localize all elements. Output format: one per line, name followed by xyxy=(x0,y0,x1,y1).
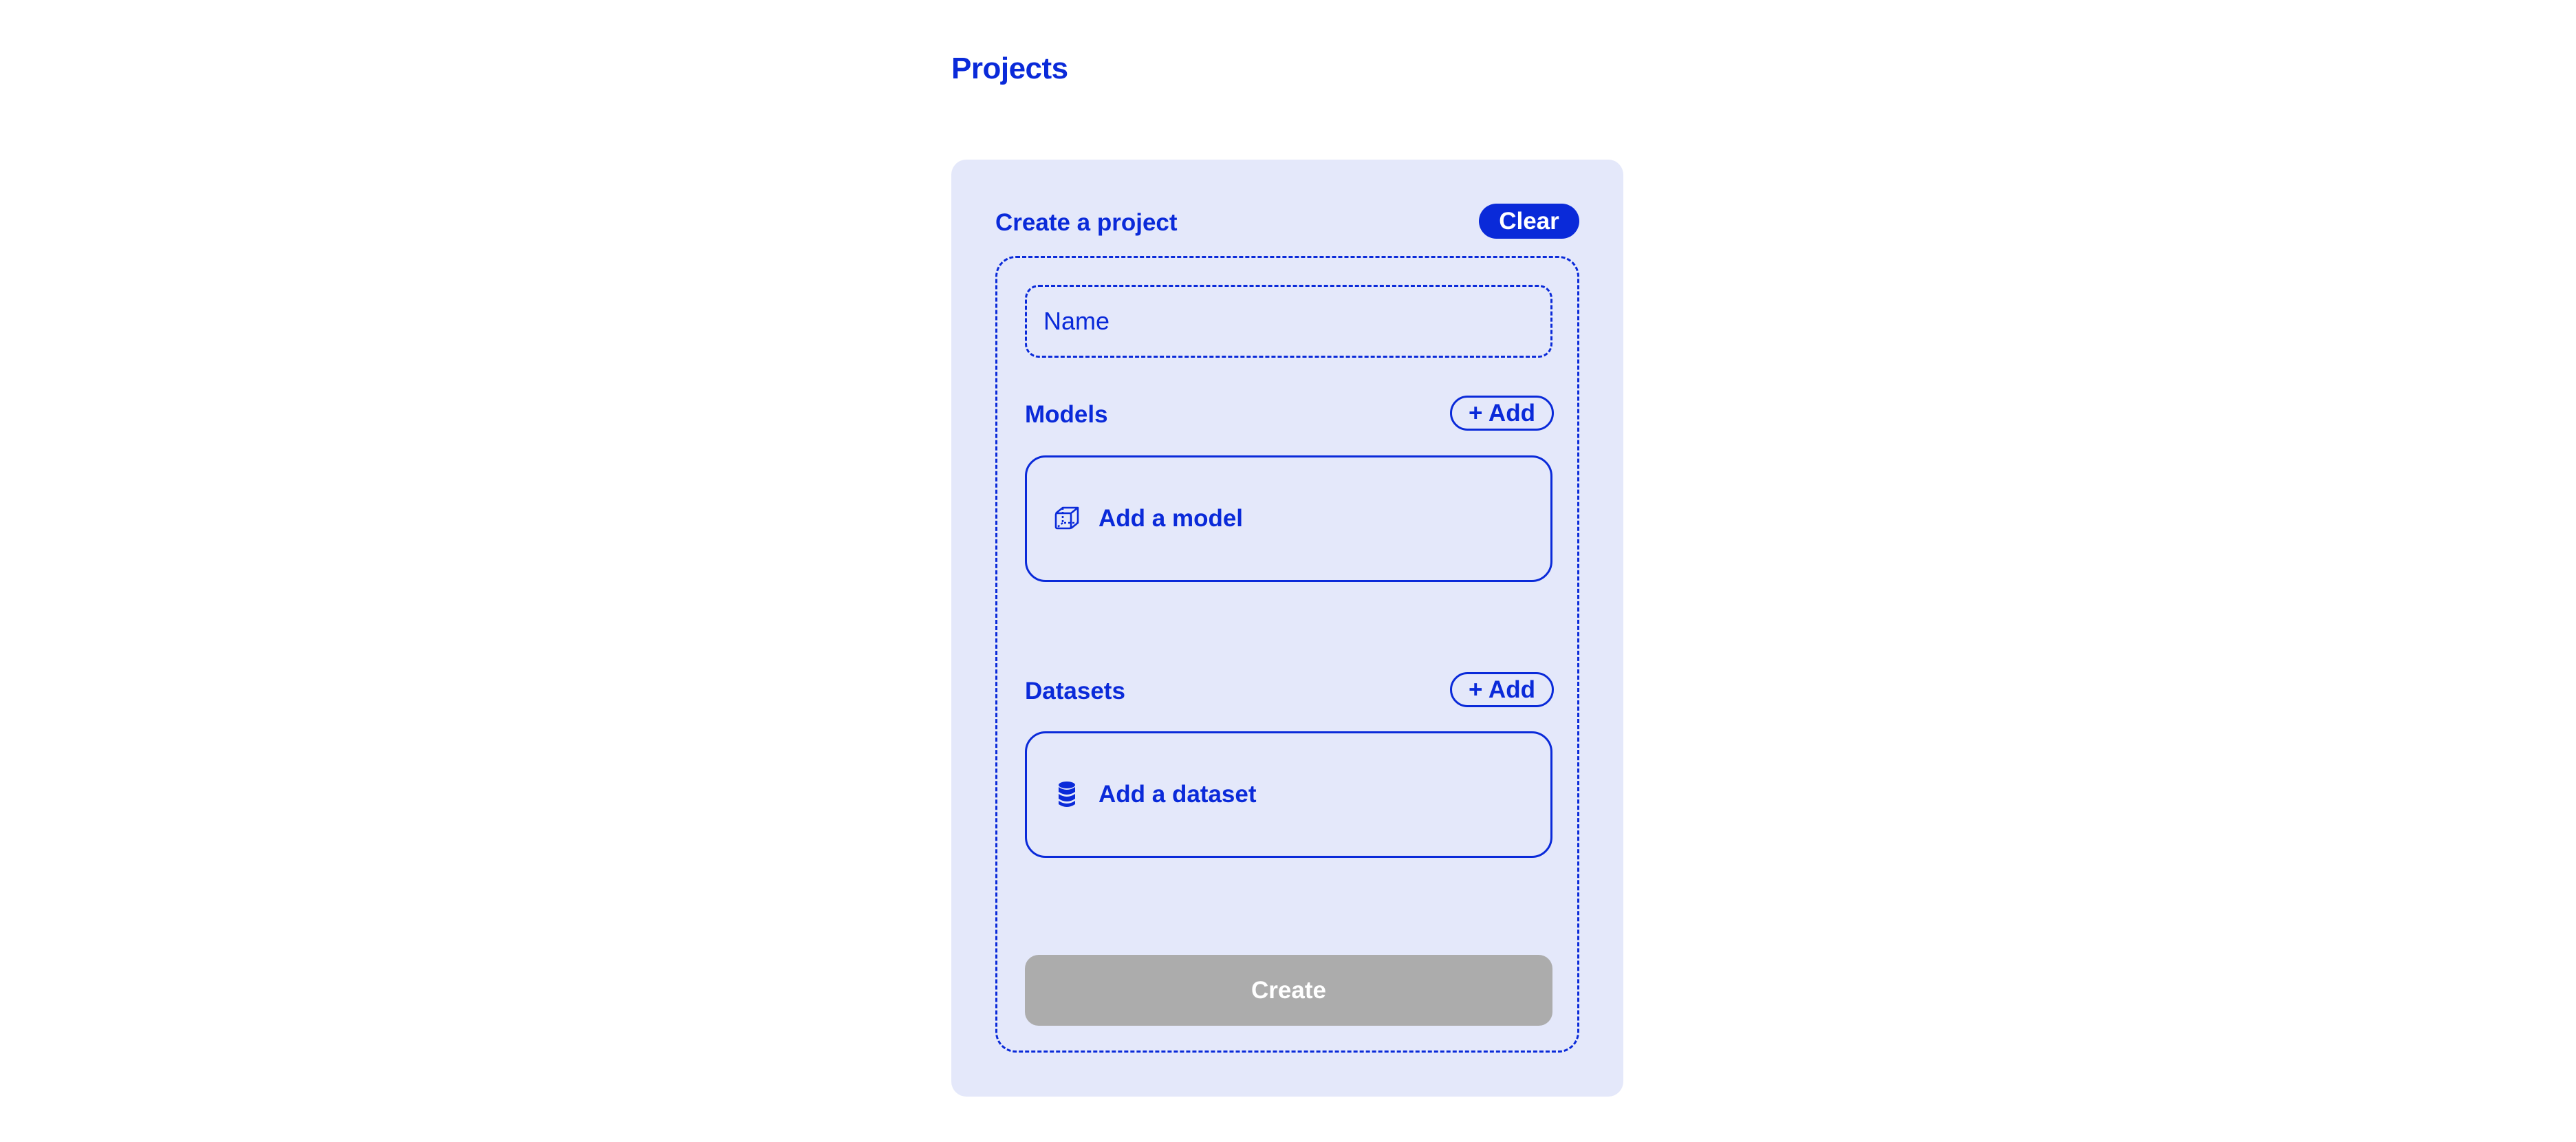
add-model-slot[interactable]: Add a model xyxy=(1025,455,1552,582)
clear-button[interactable]: Clear xyxy=(1479,204,1579,239)
project-form: Models + Add Add a model Datasets + Add xyxy=(995,256,1579,1053)
datasets-label: Datasets xyxy=(1025,678,1125,704)
add-model-button[interactable]: + Add xyxy=(1450,396,1554,431)
models-label: Models xyxy=(1025,401,1108,428)
create-button[interactable]: Create xyxy=(1025,955,1552,1026)
add-dataset-button[interactable]: + Add xyxy=(1450,672,1554,707)
add-dataset-slot[interactable]: Add a dataset xyxy=(1025,731,1552,858)
card-title: Create a project xyxy=(995,209,1178,236)
cube-icon xyxy=(1053,505,1081,532)
database-icon xyxy=(1053,781,1081,808)
page-title: Projects xyxy=(951,52,1068,85)
name-input[interactable] xyxy=(1025,285,1552,358)
add-dataset-label: Add a dataset xyxy=(1098,781,1257,808)
create-project-card: Create a project Clear Models + Add Add … xyxy=(951,160,1623,1097)
projects-page: Projects Create a project Clear Models +… xyxy=(0,0,2576,1142)
add-model-label: Add a model xyxy=(1098,505,1244,532)
